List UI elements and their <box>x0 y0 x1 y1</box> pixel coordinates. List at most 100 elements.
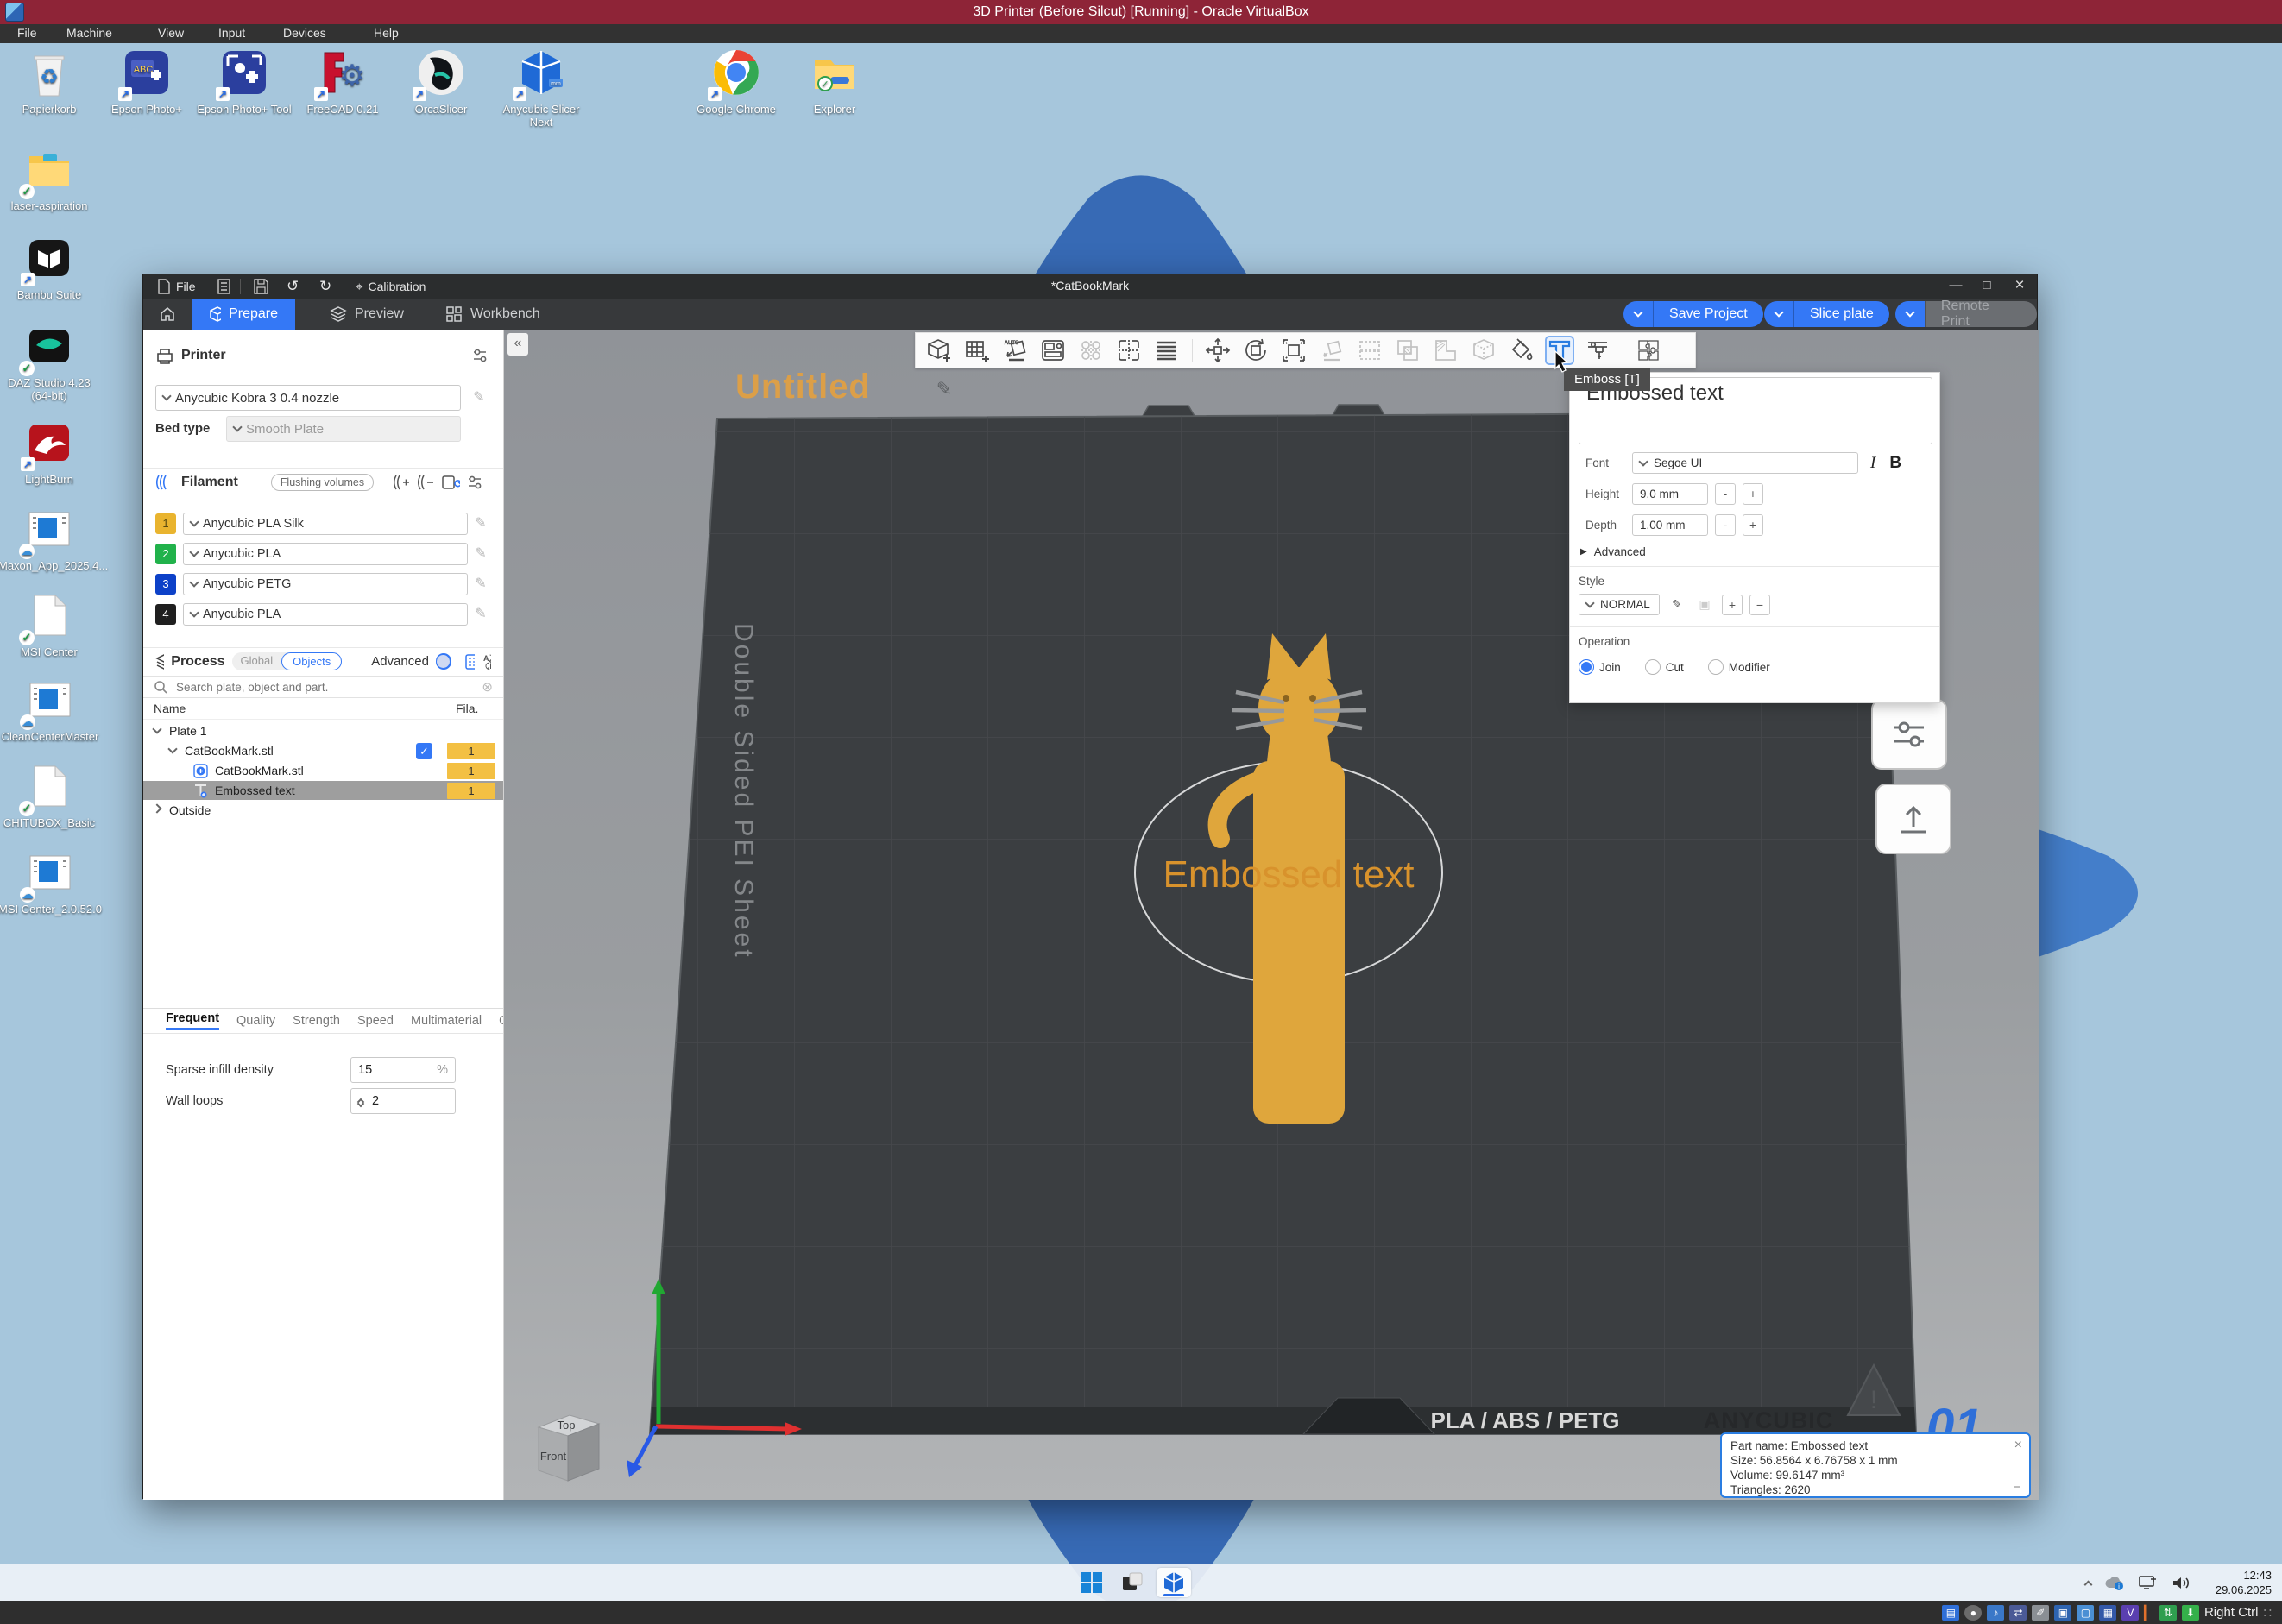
filament-select-2[interactable]: Anycubic PLA <box>183 543 468 565</box>
fila-chip[interactable]: 1 <box>447 763 495 779</box>
add-filament-icon[interactable] <box>393 474 410 491</box>
measure-icon[interactable] <box>1585 337 1611 363</box>
desktop-icon-explorer[interactable]: ✓ Explorer <box>784 46 886 116</box>
tab-frequent[interactable]: Frequent <box>166 1011 219 1030</box>
fila-chip[interactable]: 1 <box>447 743 495 759</box>
minimize-button[interactable]: — <box>1940 274 1971 299</box>
parameter-list-icon[interactable] <box>465 653 474 670</box>
vbox-menu-file[interactable]: File <box>17 26 37 40</box>
printer-select[interactable]: Anycubic Kobra 3 0.4 nozzle <box>155 385 461 411</box>
export-plate-button[interactable] <box>1875 784 1951 854</box>
tree-row-embossed-text[interactable]: Embossed text 1 <box>143 781 503 800</box>
desktop-icon-msi-center[interactable]: ✓ MSI Center <box>0 589 100 658</box>
taskbar-anycubic-slicer[interactable] <box>1157 1568 1191 1597</box>
slice-plate-button[interactable]: Slice plate <box>1764 301 1889 327</box>
operation-cut-radio[interactable] <box>1645 659 1661 675</box>
flushing-volumes-button[interactable]: Flushing volumes <box>271 474 374 491</box>
plate-settings-button[interactable] <box>1871 699 1947 770</box>
printer-edit-icon[interactable]: ✎ <box>470 388 489 407</box>
filament-select-3[interactable]: Anycubic PETG <box>183 573 468 595</box>
filament-edit-icon[interactable]: ✎ <box>471 544 490 563</box>
tab-others[interactable]: O <box>499 1014 503 1028</box>
italic-button[interactable]: I <box>1870 454 1875 473</box>
vbox-menu-help[interactable]: Help <box>374 26 399 40</box>
desktop-icon-chitubox-basic[interactable]: ✓ CHITUBOX_Basic <box>0 759 100 829</box>
desktop-icon-anycubic-slicer-next[interactable]: mm ↗ Anycubic Slicer Next <box>490 46 592 129</box>
advanced-expander[interactable]: ▶ Advanced <box>1580 545 1646 558</box>
vbox-menu-machine[interactable]: Machine <box>66 26 112 40</box>
bed-type-select[interactable]: Smooth Plate <box>226 416 461 442</box>
filament-row-2[interactable]: 2 Anycubic PLA ✎ <box>155 543 492 565</box>
add-model-icon[interactable] <box>926 337 952 363</box>
style-add-icon[interactable]: + <box>1722 595 1743 615</box>
filament-edit-icon[interactable]: ✎ <box>471 514 490 533</box>
tab-workbench[interactable]: Workbench <box>428 299 558 330</box>
tree-row-part[interactable]: CatBookMark.stl 1 <box>143 761 503 780</box>
font-select[interactable]: Segoe UI <box>1632 452 1858 474</box>
filament-select-1[interactable]: Anycubic PLA Silk <box>183 513 468 535</box>
arrange-icon[interactable] <box>1040 337 1066 363</box>
tree-row-object[interactable]: CatBookMark.stl ✓ 1 <box>143 741 503 760</box>
slicer-titlebar[interactable]: File ↺ ↻ ⌖ Calibration *CatBookMark — □ <box>143 274 2037 299</box>
tab-speed[interactable]: Speed <box>357 1014 394 1028</box>
wall-loops-stepper[interactable]: 2 <box>350 1088 456 1114</box>
orientation-cube[interactable]: Top Front <box>539 1415 599 1481</box>
layers-list-icon[interactable] <box>1154 337 1180 363</box>
emboss-preview-text[interactable]: Embossed text <box>1163 853 1414 896</box>
height-input[interactable]: 9.0 mm <box>1632 483 1708 505</box>
desktop-icon-google-chrome[interactable]: ↗ Google Chrome <box>685 46 787 116</box>
object-visible-checkbox[interactable]: ✓ <box>416 743 432 759</box>
vbox-menu-input[interactable]: Input <box>218 26 245 40</box>
desktop-icon-epson-photo-tool[interactable]: ↗ Epson Photo+ Tool <box>193 46 295 116</box>
move-icon[interactable] <box>1205 337 1231 363</box>
desktop-icon-msi-center-2[interactable]: ☁ MSI Center_2.0.52.0 <box>0 846 105 916</box>
hidden-icons-button[interactable] <box>2084 1580 2093 1589</box>
filament-row-4[interactable]: 4 Anycubic PLA ✎ <box>155 603 492 626</box>
desktop-icon-epson-photo[interactable]: ABC ↗ Epson Photo+ <box>96 46 198 116</box>
vbox-menu-devices[interactable]: Devices <box>283 26 326 40</box>
desktop-icon-cleancentermaster[interactable]: ☁ CleanCenterMaster <box>0 673 105 743</box>
assembly-icon[interactable] <box>1636 337 1661 363</box>
vbox-resize-grip[interactable]: ∷ <box>2263 1605 2273 1621</box>
object-search[interactable]: ⊗ <box>143 676 503 698</box>
paint-icon[interactable] <box>1509 337 1535 363</box>
desktop-icon-laser-aspiration[interactable]: ✓ laser-aspiration <box>0 142 100 212</box>
tab-preview[interactable]: Preview <box>312 299 421 330</box>
sync-filament-icon[interactable]: ⟳ <box>441 474 460 491</box>
scale-icon[interactable] <box>1281 337 1307 363</box>
desktop-icon-daz-studio[interactable]: ✓ DAZ Studio 4.23 (64-bit) <box>0 319 100 402</box>
fila-chip[interactable]: 1 <box>447 783 495 799</box>
start-button[interactable] <box>1075 1568 1109 1597</box>
depth-minus-button[interactable]: - <box>1715 514 1736 536</box>
save-project-dropdown[interactable] <box>1623 301 1653 327</box>
tab-prepare[interactable]: Prepare <box>192 299 295 330</box>
filament-select-4[interactable]: Anycubic PLA <box>183 603 468 626</box>
filament-edit-icon[interactable]: ✎ <box>471 575 490 594</box>
save-project-button[interactable]: Save Project <box>1623 301 1763 327</box>
segment-global[interactable]: Global <box>232 652 282 670</box>
printer-settings-icon[interactable] <box>472 347 491 364</box>
style-select[interactable]: NORMAL <box>1579 594 1660 615</box>
desktop-icon-bambu-suite[interactable]: ↗ Bambu Suite <box>0 231 100 301</box>
viewport-3d[interactable]: Double Sided PEI Sheet ! PLA / ABS / PET… <box>504 330 2039 1500</box>
operation-modifier-radio[interactable] <box>1708 659 1724 675</box>
advanced-toggle[interactable] <box>436 653 452 670</box>
filament-edit-icon[interactable]: ✎ <box>471 605 490 624</box>
maximize-button[interactable]: □ <box>1971 274 2002 299</box>
tree-row-plate[interactable]: Plate 1 <box>143 721 503 740</box>
filament-row-3[interactable]: 3 Anycubic PETG ✎ <box>155 573 492 595</box>
segment-objects[interactable]: Objects <box>281 652 342 670</box>
tab-quality[interactable]: Quality <box>236 1014 275 1028</box>
clear-search-icon[interactable]: ⊗ <box>482 679 493 695</box>
desktop-icon-freecad[interactable]: ⚙ ↗ FreeCAD 0.21 <box>292 46 394 116</box>
style-remove-icon[interactable]: − <box>1749 595 1770 615</box>
tab-multimaterial[interactable]: Multimaterial <box>411 1014 482 1028</box>
vbox-menu-view[interactable]: View <box>158 26 184 40</box>
filament-settings-icon[interactable] <box>467 474 486 491</box>
info-minimize-icon[interactable]: − <box>2013 1480 2020 1495</box>
height-plus-button[interactable]: + <box>1743 483 1763 505</box>
tab-strength[interactable]: Strength <box>293 1014 340 1028</box>
infill-input[interactable]: 15 % <box>350 1057 456 1083</box>
stepper-arrows-icon[interactable] <box>358 1096 363 1106</box>
filament-row-1[interactable]: 1 Anycubic PLA Silk ✎ <box>155 513 492 535</box>
